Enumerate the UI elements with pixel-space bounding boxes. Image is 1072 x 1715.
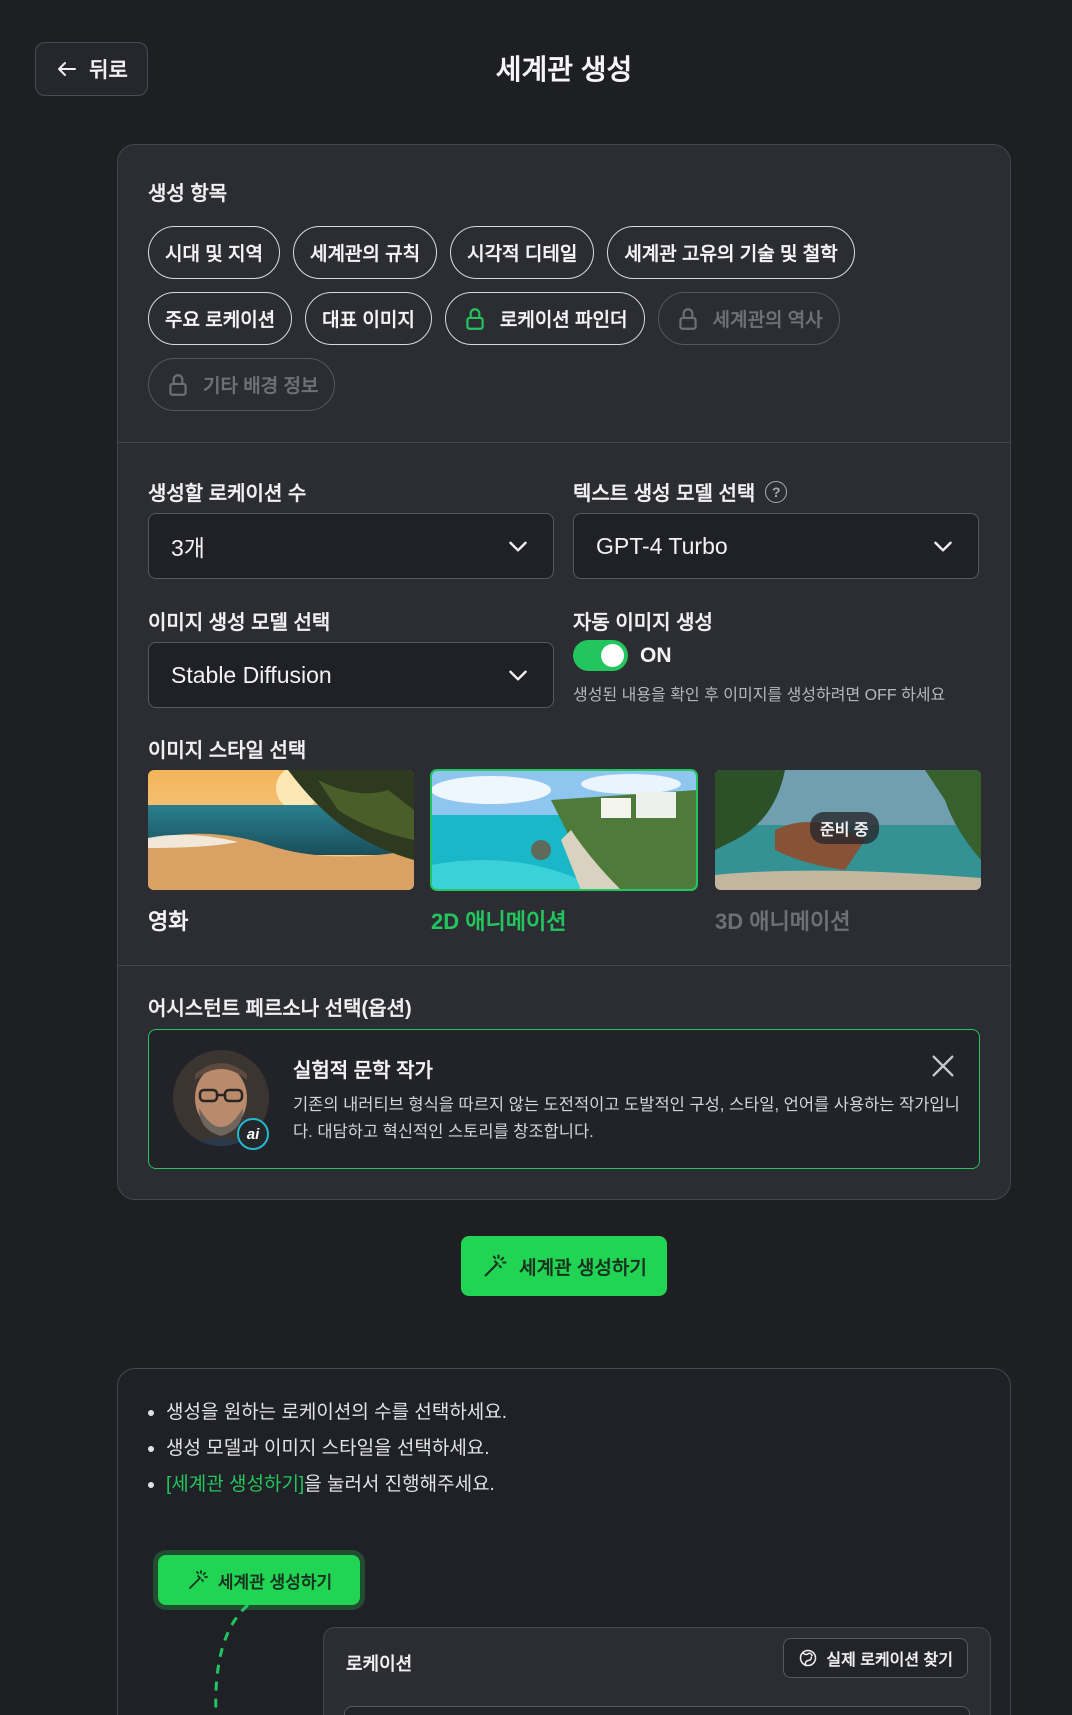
guide-card: 생성을 원하는 로케이션의 수를 선택하세요. 생성 모델과 이미지 스타일을 선… [117, 1368, 1011, 1715]
generation-chip: 세계관의 역사 [657, 292, 840, 345]
persona-card[interactable]: ai 실험적 문학 작가 기존의 내러티브 형식을 따르지 않는 도전적이고 도… [148, 1029, 980, 1169]
guide-generate-button: 세계관 생성하기 [158, 1555, 360, 1605]
location-field [344, 1706, 970, 1715]
auto-image-toggle[interactable] [573, 640, 628, 671]
chevron-down-icon [509, 541, 527, 552]
generation-chip-label: 주요 로케이션 [165, 310, 276, 331]
guide-item: [세계관 생성하기]을 눌러서 진행해주세요. [148, 1467, 507, 1503]
image-model-select[interactable]: Stable Diffusion [148, 642, 554, 708]
style-option-movie[interactable]: 영화 [148, 770, 414, 936]
generate-world-label: 세계관 생성하기 [519, 1257, 647, 1279]
style-name-movie: 영화 [148, 909, 189, 934]
image-model-label: 이미지 생성 모델 선택 [148, 612, 331, 634]
guide-item: 생성 모델과 이미지 스타일을 선택하세요. [148, 1431, 507, 1467]
location-title: 로케이션 [346, 1654, 413, 1674]
text-model-value: GPT-4 Turbo [596, 532, 728, 559]
image-model-value: Stable Diffusion [171, 661, 332, 688]
lock-icon [675, 306, 701, 332]
generation-chip: 기타 배경 정보 [148, 358, 336, 411]
toggle-knob [601, 644, 624, 667]
style-thumbnail-3d-animation: 준비 중 [715, 770, 981, 890]
generation-chip-label: 로케이션 파인더 [499, 310, 628, 331]
find-real-location-button: 실제 로케이션 찾기 [783, 1638, 968, 1678]
guide-item-text: 을 눌러서 진행해주세요. [304, 1474, 495, 1495]
generation-chip-label: 시각적 디테일 [467, 244, 578, 265]
guide-item-text: 생성 모델과 이미지 스타일을 선택하세요. [166, 1438, 490, 1459]
divider [118, 442, 1010, 443]
magic-wand-icon [484, 1254, 507, 1277]
generation-chip[interactable]: 시각적 디테일 [450, 226, 595, 279]
guide-generate-label: 세계관 생성하기 [217, 1572, 333, 1592]
generation-items-label: 생성 항목 [148, 183, 228, 205]
close-icon[interactable] [929, 1052, 957, 1080]
location-count-label: 생성할 로케이션 수 [148, 483, 307, 505]
generation-items-chips: 시대 및 지역 세계관의 규칙 시각적 디테일 세계관 고유의 기술 및 철학주요 로… [148, 226, 908, 411]
location-count-select[interactable]: 3개 [148, 513, 554, 579]
style-thumbnail-2d-animation [430, 769, 698, 891]
persona-label: 어시스턴트 페르소나 선택(옵션) [148, 998, 412, 1020]
globe-icon [800, 1649, 817, 1667]
generation-chip[interactable]: 대표 이미지 [305, 292, 432, 345]
generate-world-button[interactable]: 세계관 생성하기 [461, 1236, 667, 1296]
divider [118, 965, 1010, 966]
style-name-3d-animation: 3D 애니메이션 [715, 909, 851, 934]
help-icon[interactable]: ? [765, 480, 788, 503]
auto-image-hint: 생성된 내용을 확인 후 이미지를 생성하려면 OFF 하세요 [573, 687, 946, 704]
dashed-connector [214, 1605, 249, 1715]
chevron-down-icon [509, 670, 527, 681]
generation-chip-label: 시대 및 지역 [165, 244, 263, 265]
generation-chip-label: 세계관 고유의 기술 및 철학 [624, 244, 838, 265]
generation-chip[interactable]: 주요 로케이션 [148, 292, 293, 345]
magic-wand-icon [188, 1570, 208, 1589]
ai-badge: ai [237, 1118, 269, 1150]
find-real-location-label: 실제 로케이션 찾기 [826, 1652, 953, 1669]
style-option-3d-animation: 준비 중 3D 애니메이션 [715, 770, 981, 936]
style-thumbnail-movie [148, 770, 414, 890]
location-panel: 로케이션 실제 로케이션 찾기 [323, 1627, 991, 1715]
text-model-select[interactable]: GPT-4 Turbo [573, 513, 979, 579]
style-name-2d-animation: 2D 애니메이션 [431, 909, 567, 934]
text-model-label: 텍스트 생성 모델 선택 ? [573, 477, 788, 506]
style-option-2d-animation[interactable]: 2D 애니메이션 [430, 769, 698, 936]
generation-settings-card: 생성 항목 시대 및 지역 세계관의 규칙 시각적 디테일 세계관 고유의 기술 및 … [117, 144, 1011, 1200]
location-count-value: 3개 [171, 535, 205, 561]
generation-chip-label: 기타 배경 정보 [203, 376, 319, 397]
generation-chip[interactable]: 세계관의 규칙 [292, 226, 438, 279]
persona-name: 실험적 문학 작가 [293, 1060, 433, 1082]
auto-image-toggle-row: ON [573, 640, 672, 671]
lock-icon [165, 372, 191, 398]
generation-chip[interactable]: 세계관 고유의 기술 및 철학 [607, 226, 855, 279]
generation-items-section: 생성 항목 시대 및 지역 세계관의 규칙 시각적 디테일 세계관 고유의 기술 및 … [148, 177, 980, 411]
generation-chip-label: 대표 이미지 [322, 310, 415, 331]
guide-item-highlight: [세계관 생성하기] [166, 1474, 305, 1495]
generation-chip[interactable]: 로케이션 파인더 [444, 292, 645, 345]
generation-chip-label: 세계관의 역사 [712, 310, 823, 331]
coming-soon-badge: 준비 중 [810, 812, 879, 844]
generation-chip-label: 세계관의 규칙 [309, 244, 421, 265]
chevron-down-icon [934, 541, 952, 552]
page-title: 세계관 생성 [495, 54, 633, 85]
guide-item-text: 생성을 원하는 로케이션의 수를 선택하세요. [166, 1402, 508, 1423]
guide-list: 생성을 원하는 로케이션의 수를 선택하세요. 생성 모델과 이미지 스타일을 선… [148, 1395, 507, 1503]
auto-image-label: 자동 이미지 생성 [573, 612, 713, 634]
auto-image-state: ON [640, 643, 672, 667]
image-style-label: 이미지 스타일 선택 [148, 740, 307, 762]
lock-icon [462, 306, 488, 332]
generation-chip[interactable]: 시대 및 지역 [148, 226, 280, 279]
guide-item: 생성을 원하는 로케이션의 수를 선택하세요. [148, 1395, 507, 1431]
persona-description: 기존의 내러티브 형식을 따르지 않는 도전적이고 도발적인 구성, 스타일, … [293, 1096, 960, 1141]
page: 뒤로 세계관 생성 생성 항목 시대 및 지역 세계관의 규칙 시각적 디테일 세계관… [0, 0, 1072, 1715]
